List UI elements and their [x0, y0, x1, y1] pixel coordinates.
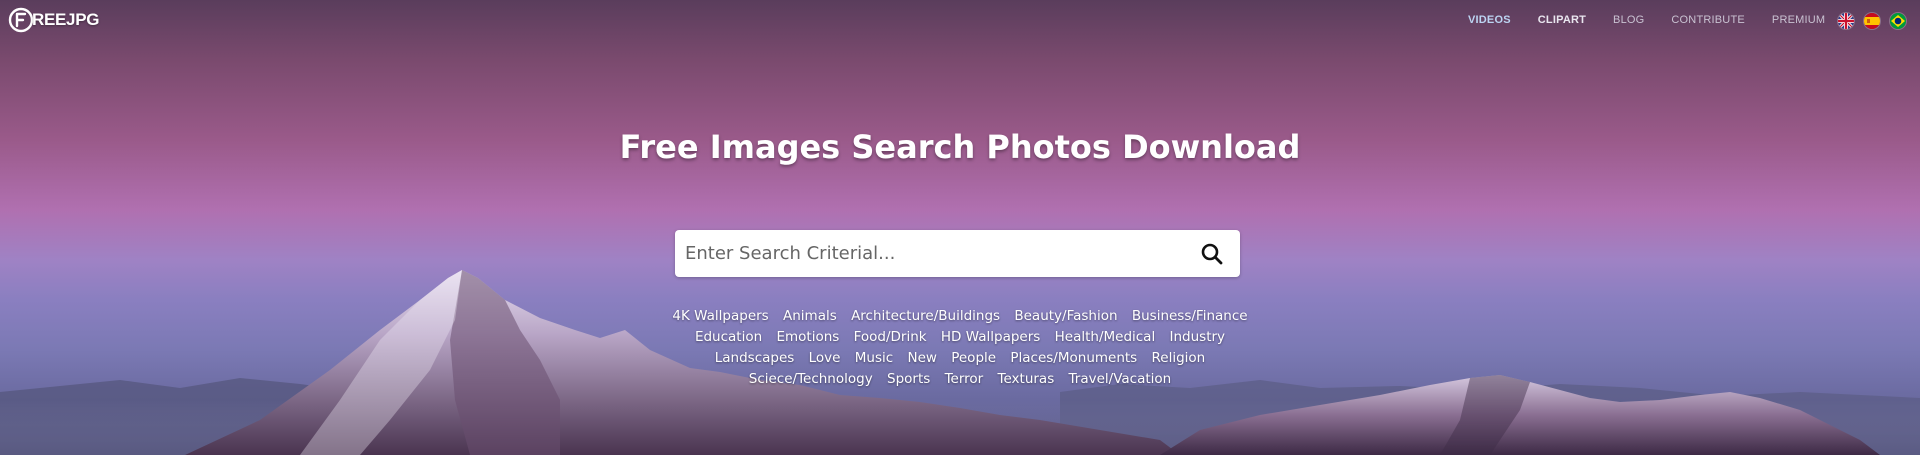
- brazil-flag-icon[interactable]: [1890, 13, 1906, 29]
- category-link[interactable]: Animals: [783, 308, 837, 324]
- spain-flag-icon[interactable]: [1864, 13, 1880, 29]
- nav-contribute[interactable]: CONTRIBUTE: [1671, 14, 1745, 26]
- category-link[interactable]: Love: [809, 350, 841, 366]
- category-link[interactable]: Sciece/Technology: [749, 371, 873, 387]
- nav-premium[interactable]: PREMIUM: [1772, 14, 1825, 26]
- category-link[interactable]: Sports: [887, 371, 930, 387]
- search-bar: [675, 230, 1240, 277]
- category-link[interactable]: Religion: [1152, 350, 1206, 366]
- category-link[interactable]: Architecture/Buildings: [851, 308, 1000, 324]
- category-link[interactable]: Emotions: [776, 329, 839, 345]
- category-link[interactable]: Travel/Vacation: [1069, 371, 1172, 387]
- logo-mark-icon: [8, 7, 34, 33]
- category-link[interactable]: Food/Drink: [854, 329, 927, 345]
- nav-clipart[interactable]: CLIPART: [1538, 14, 1586, 26]
- search-icon: [1201, 243, 1223, 265]
- uk-flag-icon[interactable]: [1838, 13, 1854, 29]
- search-button[interactable]: [1200, 242, 1224, 266]
- language-switcher: [1838, 13, 1916, 29]
- category-link[interactable]: New: [907, 350, 936, 366]
- category-link[interactable]: Business/Finance: [1132, 308, 1248, 324]
- page-title: Free Images Search Photos Download: [619, 128, 1301, 166]
- nav-videos[interactable]: VIDEOS: [1468, 14, 1511, 26]
- category-link[interactable]: Health/Medical: [1055, 329, 1156, 345]
- nav-blog[interactable]: BLOG: [1613, 14, 1644, 26]
- category-link[interactable]: People: [951, 350, 996, 366]
- brand-logo[interactable]: REEJPG: [8, 6, 99, 34]
- category-link[interactable]: Landscapes: [715, 350, 795, 366]
- category-link[interactable]: 4K Wallpapers: [672, 308, 768, 324]
- category-link[interactable]: HD Wallpapers: [941, 329, 1040, 345]
- category-links: 4K Wallpapers Animals Architecture/Build…: [650, 306, 1270, 390]
- search-input[interactable]: [685, 230, 1165, 277]
- category-link[interactable]: Industry: [1170, 329, 1226, 345]
- category-link[interactable]: Beauty/Fashion: [1014, 308, 1117, 324]
- category-link[interactable]: Places/Monuments: [1010, 350, 1137, 366]
- main-nav: VIDEOS CLIPART BLOG CONTRIBUTE PREMIUM: [1468, 14, 1852, 26]
- category-link[interactable]: Texturas: [998, 371, 1055, 387]
- category-link[interactable]: Education: [695, 329, 762, 345]
- category-link[interactable]: Music: [855, 350, 893, 366]
- top-navigation: REEJPG VIDEOS CLIPART BLOG CONTRIBUTE PR…: [0, 0, 1920, 44]
- category-link[interactable]: Terror: [945, 371, 984, 387]
- logo-text: REEJPG: [32, 10, 100, 29]
